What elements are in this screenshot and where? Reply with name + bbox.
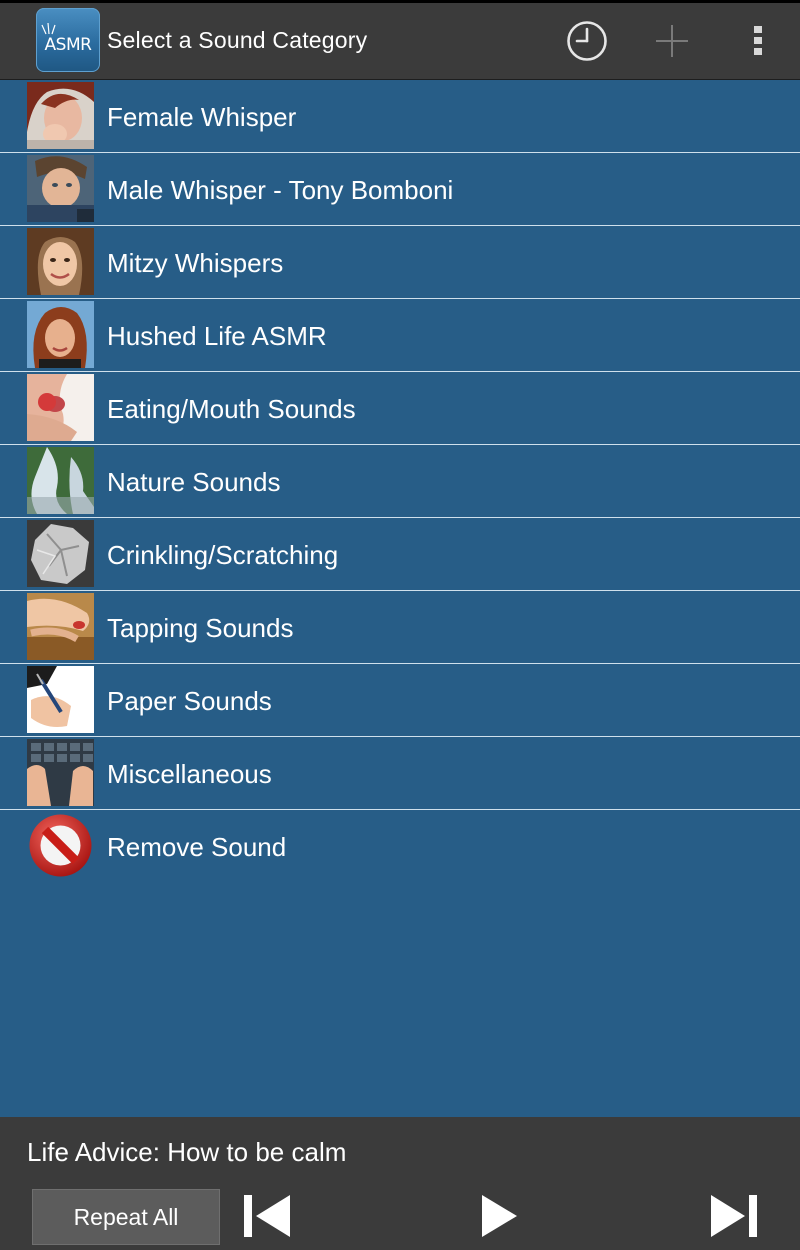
female-whisper-thumbnail <box>27 82 94 149</box>
list-item[interactable]: Mitzy Whispers <box>0 226 800 299</box>
add-button[interactable] <box>636 3 708 79</box>
player-bar: Life Advice: How to be calm Repeat All <box>0 1117 800 1250</box>
category-label: Remove Sound <box>107 832 287 862</box>
tapping-thumbnail <box>27 593 94 660</box>
category-label: Nature Sounds <box>107 467 281 497</box>
mitzy-thumbnail <box>27 228 94 295</box>
category-label: Tapping Sounds <box>107 613 294 643</box>
eating-thumbnail <box>27 374 94 441</box>
category-list: Female Whisper Male Whisper - Tony Bombo… <box>0 80 800 882</box>
category-label: Paper Sounds <box>107 686 272 716</box>
repeat-all-button[interactable]: Repeat All <box>32 1189 220 1245</box>
hushed-life-thumbnail <box>27 301 94 368</box>
category-label: Female Whisper <box>107 102 297 132</box>
skip-previous-button[interactable] <box>244 1195 290 1241</box>
overflow-menu-icon <box>754 26 762 55</box>
skip-previous-icon <box>244 1195 290 1237</box>
list-item[interactable]: Male Whisper - Tony Bomboni <box>0 153 800 226</box>
male-whisper-thumbnail <box>27 155 94 222</box>
page-title: Select a Sound Category <box>107 27 368 53</box>
crinkling-thumbnail <box>27 520 94 587</box>
overflow-menu-button[interactable] <box>722 3 794 79</box>
play-icon <box>482 1195 517 1237</box>
list-item[interactable]: Crinkling/Scratching <box>0 518 800 591</box>
no-entry-icon <box>27 812 94 879</box>
action-bar: ASMR Select a Sound Category <box>0 3 800 80</box>
category-label: Crinkling/Scratching <box>107 540 339 570</box>
list-item[interactable]: Remove Sound <box>0 810 800 882</box>
timer-button[interactable] <box>551 3 623 79</box>
list-item[interactable]: Hushed Life ASMR <box>0 299 800 372</box>
nature-thumbnail <box>27 447 94 514</box>
category-label: Mitzy Whispers <box>107 248 284 278</box>
list-item[interactable]: Female Whisper <box>0 80 800 153</box>
miscellaneous-thumbnail <box>27 739 94 806</box>
skip-next-icon <box>711 1195 757 1237</box>
app-icon[interactable]: ASMR <box>36 8 100 72</box>
category-label: Miscellaneous <box>107 759 272 789</box>
category-label: Eating/Mouth Sounds <box>107 394 356 424</box>
app-icon-text: ASMR <box>44 35 92 55</box>
play-button[interactable] <box>482 1195 518 1241</box>
list-item[interactable]: Nature Sounds <box>0 445 800 518</box>
category-label: Hushed Life ASMR <box>107 321 327 351</box>
list-item[interactable]: Eating/Mouth Sounds <box>0 372 800 445</box>
plus-icon <box>656 25 688 57</box>
list-item[interactable]: Paper Sounds <box>0 664 800 737</box>
list-item[interactable]: Tapping Sounds <box>0 591 800 664</box>
list-item[interactable]: Miscellaneous <box>0 737 800 810</box>
now-playing-title: Life Advice: How to be calm <box>27 1137 347 1167</box>
category-label: Male Whisper - Tony Bomboni <box>107 175 454 205</box>
sound-rays-icon <box>41 22 56 35</box>
skip-next-button[interactable] <box>711 1195 757 1241</box>
clock-icon <box>567 21 607 61</box>
paper-thumbnail <box>27 666 94 733</box>
